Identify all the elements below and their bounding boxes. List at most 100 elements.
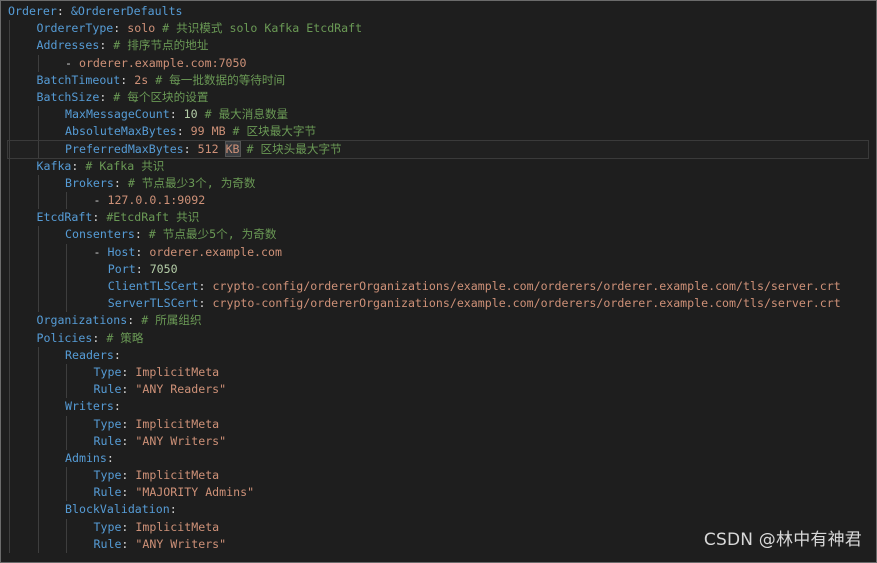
code-line[interactable]: BlockValidation: — [8, 501, 868, 519]
code-line[interactable]: BatchSize: # 每个区块的设置 — [8, 88, 868, 107]
indent-guide — [9, 381, 10, 399]
line-content: BatchSize: # 每个区块的设置 — [37, 89, 209, 106]
code-line[interactable]: BatchTimeout: 2s # 每一批数据的等待时间 — [8, 71, 868, 89]
code-line[interactable]: - Host: orderer.example.com — [8, 243, 868, 261]
indent-guide — [9, 535, 10, 553]
yaml-key: Policies — [36, 330, 93, 345]
code-line[interactable]: Readers: — [8, 346, 868, 364]
code-line[interactable]: - orderer.example.com:7050 — [8, 54, 868, 72]
line-content: Orderer: &OrdererDefaults — [8, 3, 183, 20]
code-line[interactable]: Consenters: # 节点最少5个, 为奇数 — [8, 226, 868, 244]
code-line[interactable]: Brokers: # 节点最少3个, 为奇数 — [8, 174, 868, 193]
code-line[interactable]: PreferredMaxBytes: 512 KB # 区块头最大字节 — [7, 139, 869, 159]
yaml-key: Host — [107, 244, 136, 259]
indent-guide — [9, 449, 10, 468]
code-line[interactable]: Type: ImplicitMeta — [8, 467, 868, 485]
indent-guide — [66, 278, 67, 296]
indent-guide — [9, 192, 10, 210]
line-content: Readers: — [65, 347, 121, 364]
indent-guide — [37, 174, 39, 193]
indent-guide — [37, 295, 39, 313]
editor-frame: Orderer: &OrdererDefaults OrdererType: so… — [0, 0, 877, 563]
line-content: Port: 7050 — [108, 261, 178, 278]
yaml-key: BatchSize — [36, 89, 100, 104]
indent-guide — [9, 209, 10, 227]
code-line[interactable]: EtcdRaft: #EtcdRaft 共识 — [8, 209, 868, 227]
yaml-comment: # 区块头最大字节 — [246, 141, 342, 156]
watermark: CSDN @林中有神君 — [703, 530, 862, 550]
code-line[interactable]: Kafka: # Kafka 共识 — [8, 157, 868, 175]
indent-guide — [9, 398, 10, 416]
code-line[interactable]: Orderer: &OrdererDefaults — [8, 3, 868, 20]
code-line[interactable]: Admins: — [8, 449, 868, 468]
code-line[interactable]: Policies: # 策略 — [8, 329, 868, 347]
code-line[interactable]: ServerTLSCert: crypto-config/ordererOrga… — [8, 295, 868, 313]
indent-guide — [37, 518, 39, 536]
yaml-colon: : — [121, 485, 129, 500]
yaml-colon: : — [198, 279, 206, 293]
line-content: - 127.0.0.1:9092 — [94, 192, 206, 209]
code-line[interactable]: Type: ImplicitMeta — [8, 415, 868, 433]
code-line[interactable]: Writers: — [8, 398, 868, 416]
indent-guide — [9, 140, 10, 158]
yaml-key: Rule — [93, 536, 122, 551]
code-editor[interactable]: Orderer: &OrdererDefaults OrdererType: so… — [7, 3, 869, 553]
yaml-value: "ANY Writers" — [135, 433, 227, 448]
code-line[interactable]: Organizations: # 所属组织 — [8, 312, 868, 330]
indent-guide — [9, 312, 10, 330]
yaml-colon: : — [106, 450, 114, 465]
yaml-colon: : — [121, 536, 129, 551]
indent-guide — [66, 484, 67, 502]
indent-guide — [9, 501, 10, 519]
line-content: MaxMessageCount: 10 # 最大消息数量 — [65, 106, 288, 123]
yaml-key: Rule — [93, 485, 122, 500]
code-line[interactable]: Rule: "ANY Readers" — [8, 381, 868, 399]
code-line[interactable]: OrdererType: solo # 共识模式 solo Kafka Etcd… — [8, 20, 868, 38]
line-content: AbsoluteMaxBytes: 99 MB # 区块最大字节 — [65, 123, 316, 140]
indent-guide — [9, 518, 10, 536]
yaml-colon: : — [135, 261, 143, 276]
line-content: Type: ImplicitMeta — [94, 467, 220, 484]
yaml-colon: : — [121, 364, 129, 379]
code-line[interactable]: AbsoluteMaxBytes: 99 MB # 区块最大字节 — [8, 123, 868, 141]
yaml-colon: : — [176, 124, 184, 139]
indent-guide — [9, 295, 10, 313]
code-line[interactable]: - 127.0.0.1:9092 — [8, 192, 868, 210]
yaml-key: Consenters — [65, 227, 135, 242]
yaml-colon: : — [135, 244, 143, 259]
indent-guide — [9, 260, 10, 278]
code-line[interactable]: Rule: "ANY Writers" — [8, 432, 868, 450]
yaml-value: orderer.example.com:7050 — [78, 55, 247, 70]
yaml-comment: # 节点最少3个, 为奇数 — [127, 175, 256, 190]
list-dash: - — [93, 193, 108, 208]
indent-guide — [66, 295, 67, 313]
yaml-colon: : — [121, 382, 129, 397]
code-line[interactable]: Type: ImplicitMeta — [8, 363, 868, 382]
indent-guide — [37, 449, 39, 468]
code-line[interactable]: Rule: "MAJORITY Admins" — [8, 484, 868, 502]
code-line[interactable]: MaxMessageCount: 10 # 最大消息数量 — [8, 106, 868, 124]
yaml-key: BlockValidation — [65, 502, 170, 517]
code-line[interactable]: Port: 7050 — [8, 260, 868, 278]
yaml-value: orderer.example.com — [149, 244, 282, 259]
code-line[interactable]: Addresses: # 排序节点的地址 — [8, 37, 868, 55]
indent-guide — [9, 243, 10, 261]
yaml-colon: : — [127, 313, 135, 328]
indent-guide — [9, 467, 10, 485]
indent-guide — [9, 157, 10, 175]
indent-guide — [66, 381, 67, 399]
indent-guide — [37, 226, 39, 244]
yaml-value: 10 — [183, 107, 198, 122]
indent-guide — [9, 20, 10, 38]
indent-guide — [66, 518, 67, 536]
yaml-colon: : — [113, 347, 121, 362]
yaml-key: ClientTLSCert — [107, 279, 199, 293]
yaml-key: Brokers — [65, 175, 114, 190]
yaml-key: AbsoluteMaxBytes — [65, 124, 177, 139]
indent-guide — [37, 192, 39, 210]
yaml-key: Port — [107, 261, 136, 276]
code-line[interactable]: ClientTLSCert: crypto-config/ordererOrga… — [8, 278, 868, 296]
indent-guide — [37, 432, 39, 450]
yaml-colon: : — [183, 141, 191, 156]
yaml-colon: : — [198, 296, 206, 311]
